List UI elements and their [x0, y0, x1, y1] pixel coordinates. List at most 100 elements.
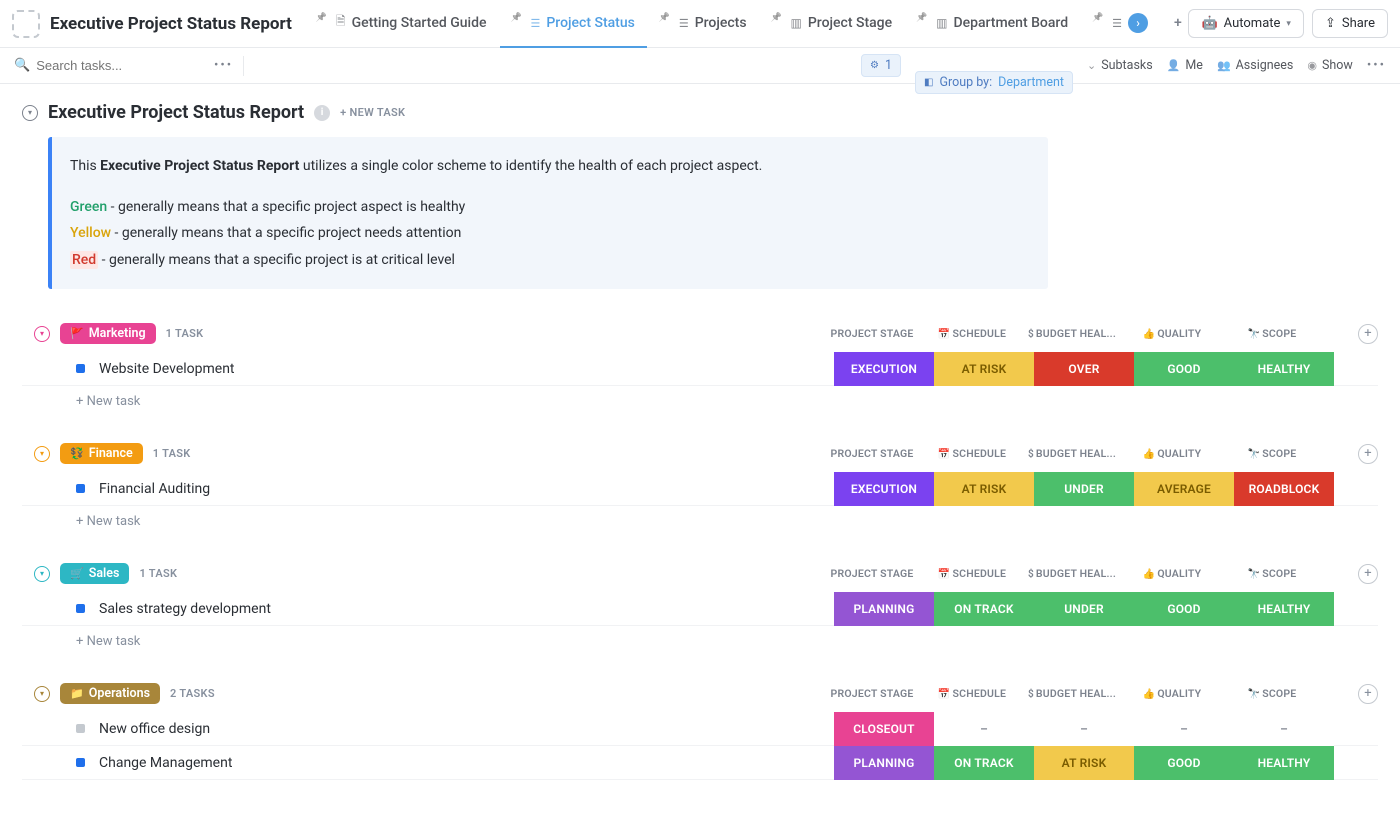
automate-button[interactable]: 🤖 Automate ▾ — [1188, 9, 1303, 38]
space-logo-placeholder[interactable] — [12, 10, 40, 38]
task-row[interactable]: Sales strategy development PLANNINGON TR… — [22, 592, 1378, 626]
col-header-budget[interactable]: $BUDGET HEAL... — [1022, 447, 1122, 460]
status-cell[interactable]: OVER — [1034, 352, 1134, 386]
filter-pill[interactable]: ⚙ 1 — [861, 54, 901, 77]
more-options-button[interactable]: ••• — [214, 58, 233, 73]
new-task-button[interactable]: + New task — [22, 386, 1378, 409]
add-column-button[interactable]: + — [1358, 444, 1378, 464]
col-header-stage[interactable]: PROJECT STAGE — [822, 567, 922, 580]
add-column-button[interactable]: + — [1358, 324, 1378, 344]
task-row[interactable]: New office design CLOSEOUT–––– — [22, 712, 1378, 746]
col-header-scope[interactable]: 🔭SCOPE — [1222, 447, 1322, 460]
group-badge[interactable]: 💱 Finance — [60, 443, 143, 464]
new-task-top-button[interactable]: + NEW TASK — [340, 106, 405, 119]
toolbar-more-button[interactable]: ••• — [1367, 58, 1386, 73]
status-cell[interactable]: PLANNING — [834, 592, 934, 626]
status-cell[interactable]: AVERAGE — [1134, 472, 1234, 506]
assignees-button[interactable]: 👥 Assignees — [1217, 58, 1293, 73]
add-column-button[interactable]: + — [1358, 564, 1378, 584]
group-badge[interactable]: 📁 Operations — [60, 683, 160, 704]
me-button[interactable]: 👤 Me — [1167, 58, 1203, 73]
col-header-quality[interactable]: 👍QUALITY — [1122, 327, 1222, 340]
new-task-button[interactable]: + New task — [22, 506, 1378, 529]
legend-label: Red — [70, 251, 98, 269]
col-header-stage[interactable]: PROJECT STAGE — [822, 447, 922, 460]
tab-getting-started[interactable]: Getting Started Guide — [306, 0, 499, 48]
task-row[interactable]: Website Development EXECUTIONAT RISKOVER… — [22, 352, 1378, 386]
tab-project-status[interactable]: Project Status — [500, 0, 646, 48]
subtasks-button[interactable]: ⌄ Subtasks — [1087, 58, 1153, 73]
status-cell[interactable]: ROADBLOCK — [1234, 472, 1334, 506]
col-header-scope[interactable]: 🔭SCOPE — [1222, 567, 1322, 580]
status-cell-empty[interactable]: – — [934, 712, 1034, 746]
info-icon[interactable]: i — [314, 105, 330, 121]
task-status-bullet[interactable] — [76, 758, 85, 767]
new-task-button[interactable]: + New task — [22, 626, 1378, 649]
status-cell-empty[interactable]: – — [1134, 712, 1234, 746]
status-cell[interactable]: AT RISK — [934, 352, 1034, 386]
status-cell-empty[interactable]: – — [1234, 712, 1334, 746]
col-header-stage[interactable]: PROJECT STAGE — [822, 327, 922, 340]
status-cell[interactable]: AT RISK — [934, 472, 1034, 506]
legend-text: - generally means that a specific projec… — [111, 225, 461, 241]
status-cell[interactable]: GOOD — [1134, 592, 1234, 626]
status-cell-empty[interactable]: – — [1034, 712, 1134, 746]
col-header-budget[interactable]: $BUDGET HEAL... — [1022, 687, 1122, 700]
col-header-quality[interactable]: 👍QUALITY — [1122, 687, 1222, 700]
col-header-scope[interactable]: 🔭SCOPE — [1222, 687, 1322, 700]
status-cell[interactable]: AT RISK — [1034, 746, 1134, 780]
search-input[interactable] — [36, 58, 176, 73]
status-cell[interactable]: EXECUTION — [834, 352, 934, 386]
col-header-schedule[interactable]: 📅SCHEDULE — [922, 567, 1022, 580]
status-cell[interactable]: GOOD — [1134, 352, 1234, 386]
task-name[interactable]: New office design — [99, 721, 834, 737]
status-cell[interactable]: HEALTHY — [1234, 592, 1334, 626]
column-headers: PROJECT STAGE 📅SCHEDULE $BUDGET HEAL... … — [822, 327, 1342, 340]
share-button[interactable]: ⇪ Share — [1312, 9, 1388, 38]
collapse-all-button[interactable]: ▾ — [22, 105, 38, 121]
status-cell[interactable]: UNDER — [1034, 472, 1134, 506]
task-name[interactable]: Change Management — [99, 755, 834, 771]
share-icon: ⇪ — [1325, 16, 1336, 31]
collapse-group-button[interactable]: ▾ — [34, 566, 50, 582]
col-header-budget[interactable]: $BUDGET HEAL... — [1022, 327, 1122, 340]
collapse-group-button[interactable]: ▾ — [34, 326, 50, 342]
group-by-pill[interactable]: ◧ Group by: Department — [915, 71, 1073, 94]
group-value: Department — [998, 75, 1064, 90]
task-name[interactable]: Website Development — [99, 361, 834, 377]
task-status-bullet[interactable] — [76, 484, 85, 493]
list-icon — [1112, 16, 1122, 30]
task-status-bullet[interactable] — [76, 604, 85, 613]
status-cell[interactable]: UNDER — [1034, 592, 1134, 626]
task-name[interactable]: Financial Auditing — [99, 481, 834, 497]
col-header-budget[interactable]: $BUDGET HEAL... — [1022, 567, 1122, 580]
group-badge[interactable]: 🚩 Marketing — [60, 323, 156, 344]
col-header-stage[interactable]: PROJECT STAGE — [822, 687, 922, 700]
col-header-scope[interactable]: 🔭SCOPE — [1222, 327, 1322, 340]
task-name[interactable]: Sales strategy development — [99, 601, 834, 617]
group-badge[interactable]: 🛒 Sales — [60, 563, 129, 584]
status-cell[interactable]: CLOSEOUT — [834, 712, 934, 746]
collapse-group-button[interactable]: ▾ — [34, 686, 50, 702]
show-button[interactable]: ◉ Show — [1307, 58, 1352, 73]
status-cell[interactable]: EXECUTION — [834, 472, 934, 506]
task-row[interactable]: Change Management PLANNINGON TRACKAT RIS… — [22, 746, 1378, 780]
space-title[interactable]: Executive Project Status Report — [50, 14, 292, 34]
collapse-group-button[interactable]: ▾ — [34, 446, 50, 462]
status-cell[interactable]: ON TRACK — [934, 746, 1034, 780]
task-row[interactable]: Financial Auditing EXECUTIONAT RISKUNDER… — [22, 472, 1378, 506]
status-cell[interactable]: PLANNING — [834, 746, 934, 780]
status-cell[interactable]: ON TRACK — [934, 592, 1034, 626]
task-status-bullet[interactable] — [76, 724, 85, 733]
task-status-bullet[interactable] — [76, 364, 85, 373]
status-cell[interactable]: GOOD — [1134, 746, 1234, 780]
col-header-quality[interactable]: 👍QUALITY — [1122, 447, 1222, 460]
status-cell[interactable]: HEALTHY — [1234, 746, 1334, 780]
col-header-schedule[interactable]: 📅SCHEDULE — [922, 687, 1022, 700]
col-header-quality[interactable]: 👍QUALITY — [1122, 567, 1222, 580]
status-cell[interactable]: HEALTHY — [1234, 352, 1334, 386]
add-column-button[interactable]: + — [1358, 684, 1378, 704]
col-header-schedule[interactable]: 📅SCHEDULE — [922, 447, 1022, 460]
col-header-schedule[interactable]: 📅SCHEDULE — [922, 327, 1022, 340]
tab-projects[interactable]: Projects — [649, 0, 759, 48]
